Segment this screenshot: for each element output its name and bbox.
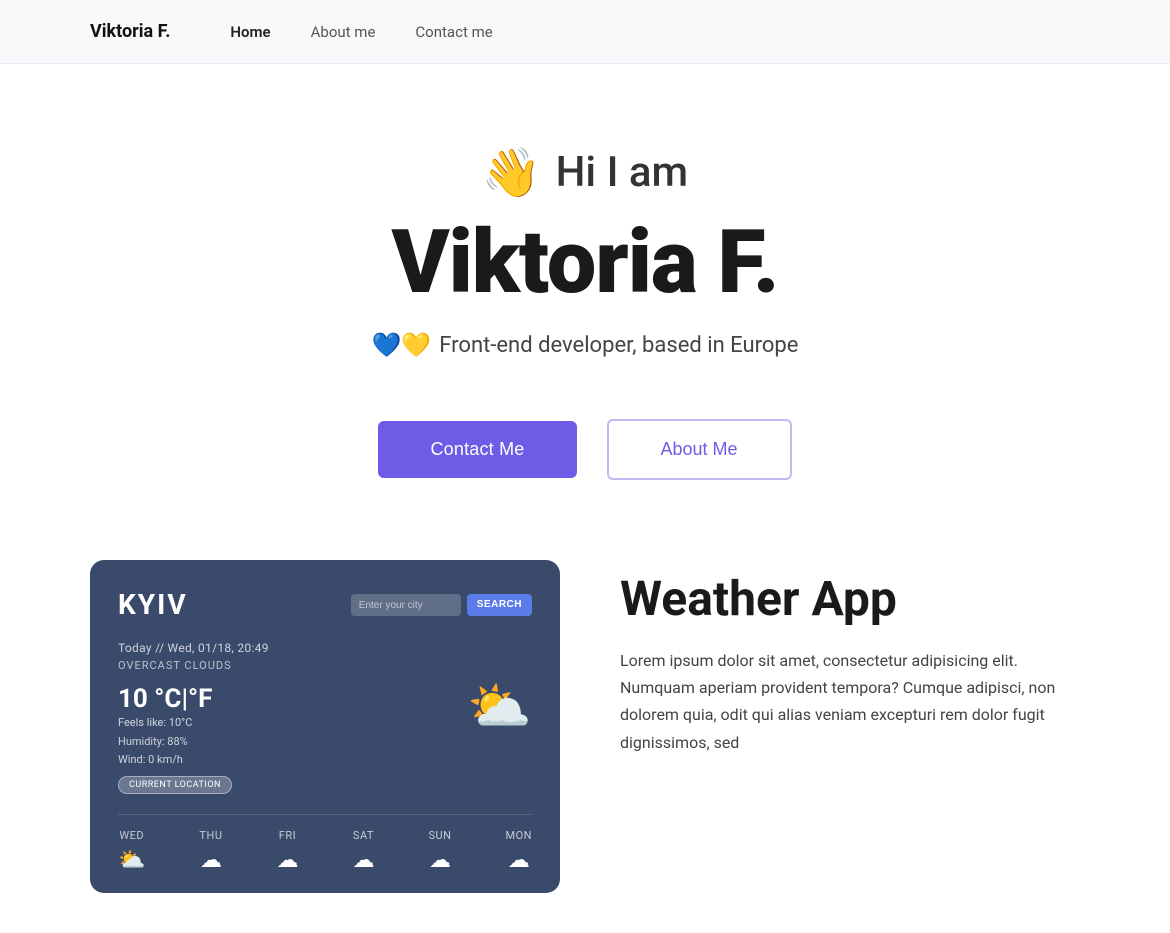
forecast-day-wed: Wed ⛅ xyxy=(118,829,145,873)
weather-main-row: 10 °C|°F Feels like: 10°C Humidity: 88% … xyxy=(118,684,532,794)
weather-search-row: Search xyxy=(351,594,532,616)
forecast-day-thu: Thu ☁ xyxy=(199,829,222,873)
hearts-emoji: 💙💛 xyxy=(372,331,432,359)
weather-temp: 10 °C|°F xyxy=(118,684,232,714)
contact-me-button[interactable]: Contact Me xyxy=(378,421,576,478)
about-me-button[interactable]: About Me xyxy=(607,419,792,480)
hero-tagline: 💙💛 Front-end developer, based in Europe xyxy=(372,331,799,359)
forecast-icon-1: ☁ xyxy=(200,848,222,873)
forecast-label-4: Sun xyxy=(428,829,451,842)
weather-date: Today // Wed, 01/18, 20:49 xyxy=(118,641,532,655)
forecast-day-sun: Sun ☁ xyxy=(428,829,451,873)
weather-search-button[interactable]: Search xyxy=(467,594,532,616)
forecast-icon-0: ⛅ xyxy=(118,848,145,873)
forecast-icon-5: ☁ xyxy=(508,848,530,873)
forecast-day-fri: Fri ☁ xyxy=(276,829,298,873)
weather-description: Overcast Clouds xyxy=(118,659,532,672)
project-title: Weather App xyxy=(620,570,1080,627)
forecast-icon-3: ☁ xyxy=(352,848,374,873)
wind: Wind: 0 km/h xyxy=(118,751,232,770)
forecast-day-sat: Sat ☁ xyxy=(352,829,374,873)
forecast-icon-2: ☁ xyxy=(276,848,298,873)
forecast-day-mon: Mon ☁ xyxy=(505,829,532,873)
weather-forecast: Wed ⛅ Thu ☁ Fri ☁ Sat ☁ Sun ☁ Mon ☁ xyxy=(118,814,532,873)
hero-buttons: Contact Me About Me xyxy=(378,419,791,480)
project-desc-text: Lorem ipsum dolor sit amet, consectetur … xyxy=(620,651,1055,752)
weather-main-icon: ⛅ xyxy=(467,676,532,737)
hero-section: 👋 Hi I am Viktoria F. 💙💛 Front-end devel… xyxy=(0,64,1170,540)
nav-link-about[interactable]: About me xyxy=(311,23,376,41)
weather-header: Kyiv Search xyxy=(118,588,532,621)
project-section: Kyiv Search Today // Wed, 01/18, 20:49 O… xyxy=(0,540,1170,933)
forecast-label-0: Wed xyxy=(119,829,144,842)
forecast-label-5: Mon xyxy=(505,829,532,842)
humidity: Humidity: 88% xyxy=(118,733,232,752)
hero-greeting: 👋 Hi I am xyxy=(482,144,688,201)
weather-city: Kyiv xyxy=(118,588,188,621)
nav-link-home[interactable]: Home xyxy=(230,23,270,41)
weather-details: Feels like: 10°C Humidity: 88% Wind: 0 k… xyxy=(118,714,232,770)
forecast-label-1: Thu xyxy=(199,829,222,842)
forecast-label-2: Fri xyxy=(279,829,296,842)
wave-emoji: 👋 xyxy=(482,144,542,201)
weather-city-input[interactable] xyxy=(351,594,461,616)
project-description: Lorem ipsum dolor sit amet, consectetur … xyxy=(620,647,1080,756)
feels-like: Feels like: 10°C xyxy=(118,714,232,733)
weather-app-card: Kyiv Search Today // Wed, 01/18, 20:49 O… xyxy=(90,560,560,893)
current-location-badge: Current location xyxy=(118,776,232,794)
navbar: Viktoria F. Home About me Contact me xyxy=(0,0,1170,64)
forecast-label-3: Sat xyxy=(353,829,374,842)
nav-brand[interactable]: Viktoria F. xyxy=(90,21,170,42)
hero-greeting-text: Hi I am xyxy=(556,148,689,197)
weather-left: 10 °C|°F Feels like: 10°C Humidity: 88% … xyxy=(118,684,232,794)
tagline-text: Front-end developer, based in Europe xyxy=(439,333,798,358)
forecast-icon-4: ☁ xyxy=(429,848,451,873)
project-info: Weather App Lorem ipsum dolor sit amet, … xyxy=(620,560,1080,756)
hero-name: Viktoria F. xyxy=(391,219,778,307)
nav-link-contact[interactable]: Contact me xyxy=(415,23,492,41)
